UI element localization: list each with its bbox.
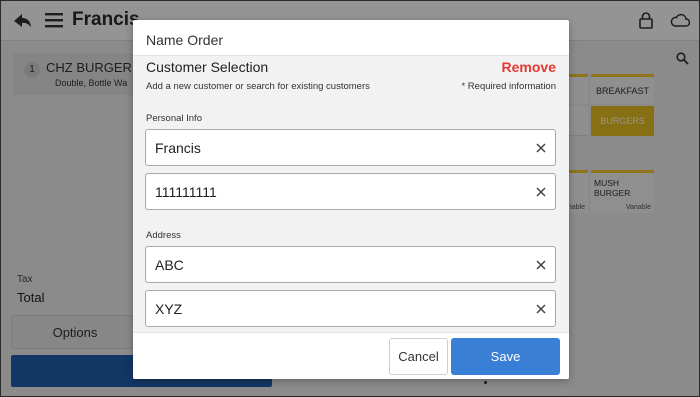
name-order-dialog: Name Order Customer Selection Remove Add…	[133, 20, 569, 379]
dialog-body: Customer Selection Remove Add a new cust…	[133, 56, 569, 332]
clear-icon[interactable]	[535, 303, 547, 315]
address-line1-input[interactable]	[155, 255, 515, 275]
customer-selection-title: Customer Selection	[146, 59, 269, 75]
required-note: * Required information	[461, 81, 556, 92]
phone-input[interactable]	[155, 182, 515, 202]
address-line1-field[interactable]	[145, 246, 556, 283]
clear-icon[interactable]	[535, 259, 547, 271]
remove-button[interactable]: Remove	[502, 59, 556, 75]
clear-icon[interactable]	[535, 142, 547, 154]
save-button[interactable]: Save	[451, 338, 560, 375]
clear-icon[interactable]	[535, 186, 547, 198]
personal-info-label: Personal Info	[146, 113, 202, 124]
address-line2-input[interactable]	[155, 299, 515, 319]
app-window: Francis 1 CHZ BURGER Double, Bottle Wa T…	[0, 0, 700, 397]
name-field[interactable]	[145, 129, 556, 166]
cancel-button[interactable]: Cancel	[389, 338, 448, 375]
address-line2-field[interactable]	[145, 290, 556, 327]
dialog-header: Name Order	[133, 20, 569, 56]
dialog-title: Name Order	[146, 32, 224, 48]
customer-selection-subtitle: Add a new customer or search for existin…	[146, 81, 370, 92]
name-input[interactable]	[155, 138, 515, 158]
dialog-footer: Cancel Save	[133, 332, 569, 379]
address-label: Address	[146, 230, 181, 241]
phone-field[interactable]	[145, 173, 556, 210]
